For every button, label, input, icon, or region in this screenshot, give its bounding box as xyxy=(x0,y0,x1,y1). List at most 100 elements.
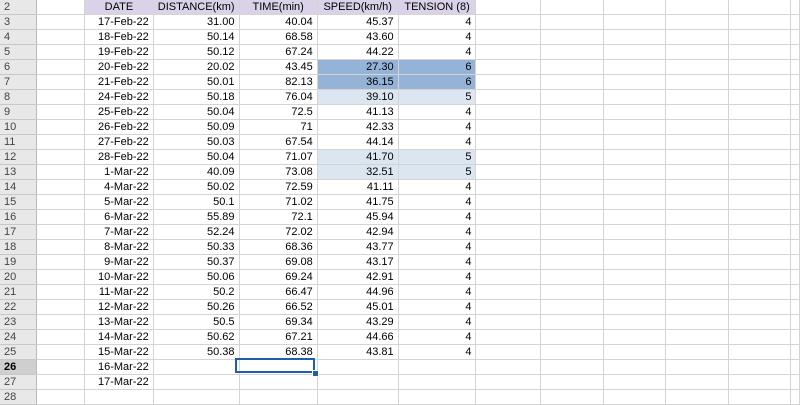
cell[interactable] xyxy=(36,239,86,255)
tension-cell[interactable]: 5 xyxy=(398,164,477,180)
speed-cell[interactable] xyxy=(317,374,399,390)
cell[interactable] xyxy=(540,14,604,30)
speed-cell[interactable]: 41.75 xyxy=(317,194,399,210)
speed-cell[interactable]: 42.33 xyxy=(317,119,399,135)
tension-cell[interactable]: 4 xyxy=(398,29,477,45)
distance-cell[interactable]: 50.5 xyxy=(153,314,240,330)
cell[interactable] xyxy=(540,74,604,90)
cell[interactable] xyxy=(540,0,604,15)
cell[interactable] xyxy=(790,254,800,270)
cell[interactable] xyxy=(36,299,86,315)
speed-cell[interactable]: 45.94 xyxy=(317,209,399,225)
cell[interactable] xyxy=(475,29,542,45)
cell[interactable] xyxy=(540,44,604,60)
row-header[interactable]: 7 xyxy=(0,74,37,90)
row-header[interactable]: 3 xyxy=(0,14,37,30)
time-cell[interactable]: 73.08 xyxy=(239,164,318,180)
cell[interactable] xyxy=(36,149,86,165)
date-cell[interactable]: 27-Feb-22 xyxy=(84,134,154,150)
tension-cell[interactable]: 4 xyxy=(398,314,477,330)
cell[interactable] xyxy=(540,179,604,195)
cell[interactable] xyxy=(540,329,604,345)
row-header[interactable]: 11 xyxy=(0,134,37,150)
cell[interactable] xyxy=(603,299,666,315)
time-cell[interactable]: 68.58 xyxy=(239,29,318,45)
date-cell[interactable] xyxy=(84,389,154,405)
distance-cell[interactable]: 50.14 xyxy=(153,29,240,45)
tension-cell[interactable]: 4 xyxy=(398,44,477,60)
row-header[interactable]: 23 xyxy=(0,314,37,330)
cell[interactable] xyxy=(603,164,666,180)
speed-cell[interactable]: 45.01 xyxy=(317,299,399,315)
time-cell[interactable]: 68.38 xyxy=(239,344,318,360)
speed-cell[interactable]: 43.77 xyxy=(317,239,399,255)
cell[interactable] xyxy=(36,74,86,90)
row-header[interactable]: 10 xyxy=(0,119,37,135)
speed-cell[interactable]: 43.17 xyxy=(317,254,399,270)
date-cell[interactable]: 24-Feb-22 xyxy=(84,89,154,105)
row-header[interactable]: 17 xyxy=(0,224,37,240)
cell[interactable] xyxy=(36,104,86,120)
cell[interactable] xyxy=(728,89,791,105)
cell[interactable] xyxy=(728,374,791,390)
speed-cell[interactable]: 27.30 xyxy=(317,59,399,75)
cell[interactable] xyxy=(790,374,800,390)
cell[interactable] xyxy=(475,239,542,255)
time-cell[interactable]: 40.04 xyxy=(239,14,318,30)
distance-cell[interactable]: 50.04 xyxy=(153,149,240,165)
cell[interactable] xyxy=(36,359,86,375)
cell[interactable] xyxy=(665,299,730,315)
date-cell[interactable]: 14-Mar-22 xyxy=(84,329,154,345)
tension-cell[interactable]: 4 xyxy=(398,134,477,150)
date-cell[interactable]: 28-Feb-22 xyxy=(84,149,154,165)
cell[interactable] xyxy=(475,134,542,150)
distance-cell[interactable]: 50.62 xyxy=(153,329,240,345)
date-cell[interactable]: 9-Mar-22 xyxy=(84,254,154,270)
cell[interactable] xyxy=(475,164,542,180)
cell[interactable] xyxy=(36,119,86,135)
cell[interactable] xyxy=(475,209,542,225)
column-title-tension[interactable]: TENSION (8) xyxy=(398,0,477,15)
date-cell[interactable]: 5-Mar-22 xyxy=(84,194,154,210)
cell[interactable] xyxy=(540,149,604,165)
date-cell[interactable]: 21-Feb-22 xyxy=(84,74,154,90)
distance-cell[interactable]: 55.89 xyxy=(153,209,240,225)
distance-cell[interactable]: 50.33 xyxy=(153,239,240,255)
cell[interactable] xyxy=(665,284,730,300)
speed-cell[interactable]: 43.81 xyxy=(317,344,399,360)
cell[interactable] xyxy=(790,179,800,195)
tension-cell[interactable]: 6 xyxy=(398,59,477,75)
cell[interactable] xyxy=(603,254,666,270)
time-cell[interactable]: 67.54 xyxy=(239,134,318,150)
speed-cell[interactable] xyxy=(317,389,399,405)
row-header[interactable]: 20 xyxy=(0,269,37,285)
cell[interactable] xyxy=(665,44,730,60)
cell[interactable] xyxy=(728,134,791,150)
time-cell[interactable] xyxy=(239,389,318,405)
speed-cell[interactable]: 44.14 xyxy=(317,134,399,150)
cell[interactable] xyxy=(728,284,791,300)
cell[interactable] xyxy=(790,389,800,405)
speed-cell[interactable] xyxy=(317,359,399,375)
speed-cell[interactable]: 41.70 xyxy=(317,149,399,165)
cell[interactable] xyxy=(603,89,666,105)
row-header[interactable]: 19 xyxy=(0,254,37,270)
cell[interactable] xyxy=(790,74,800,90)
cell[interactable] xyxy=(603,314,666,330)
cell[interactable] xyxy=(603,374,666,390)
cell[interactable] xyxy=(728,269,791,285)
cell[interactable] xyxy=(36,209,86,225)
cell[interactable] xyxy=(475,59,542,75)
column-title-date[interactable]: DATE xyxy=(84,0,154,15)
cell[interactable] xyxy=(475,284,542,300)
row-header[interactable]: 6 xyxy=(0,59,37,75)
cell[interactable] xyxy=(728,119,791,135)
cell[interactable] xyxy=(728,254,791,270)
cell[interactable] xyxy=(665,59,730,75)
time-cell[interactable]: 43.45 xyxy=(239,59,318,75)
date-cell[interactable]: 25-Feb-22 xyxy=(84,104,154,120)
date-cell[interactable]: 16-Mar-22 xyxy=(84,359,154,375)
time-cell[interactable] xyxy=(239,359,318,375)
date-cell[interactable]: 13-Mar-22 xyxy=(84,314,154,330)
cell[interactable] xyxy=(475,269,542,285)
